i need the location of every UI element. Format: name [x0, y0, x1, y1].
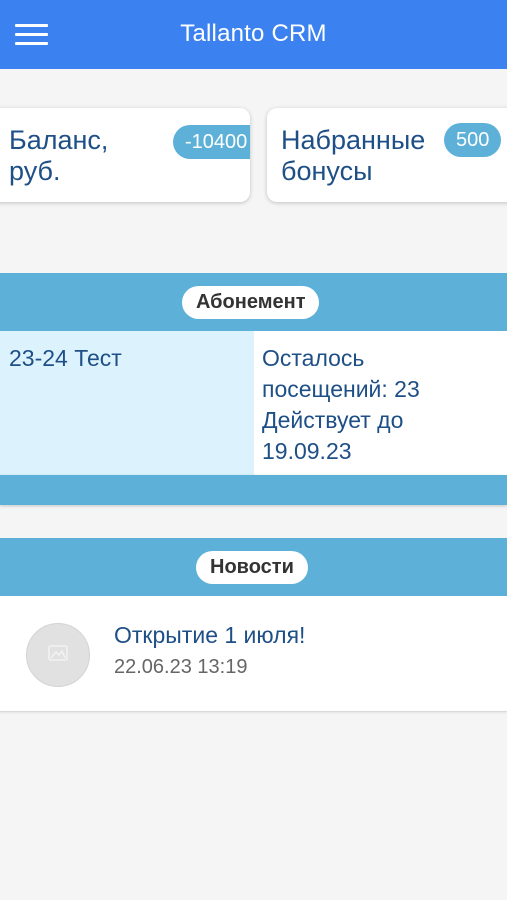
subscription-title: Абонемент: [182, 286, 320, 319]
subscription-detail-line: Действует до: [262, 407, 404, 433]
news-header: Новости: [0, 538, 507, 596]
news-item[interactable]: Открытие 1 июля! 22.06.23 13:19: [0, 596, 507, 712]
subscription-row[interactable]: 23-24 Тест Осталось посещений: 23 Действ…: [0, 331, 507, 475]
subscription-detail-line: посещений: 23: [262, 376, 420, 402]
subscription-name: 23-24 Тест: [0, 331, 254, 475]
subscription-detail-line: 19.09.23: [262, 438, 352, 464]
news-section-title: Новости: [196, 551, 308, 584]
news-item-date: 22.06.23 13:19: [114, 656, 248, 678]
subscription-details: Осталось посещений: 23 Действует до 19.0…: [254, 331, 507, 475]
news-item-title[interactable]: Открытие 1 июля!: [114, 622, 305, 649]
image-placeholder-icon: [26, 623, 90, 687]
balance-label: Баланс, руб.: [9, 125, 109, 186]
app-title: Tallanto CRM: [180, 20, 327, 47]
bonus-value-badge: 500: [444, 123, 502, 157]
bonus-label: Набранные бонусы: [281, 125, 426, 186]
subscription-header: Абонемент: [0, 273, 507, 331]
balance-value-badge: -10400: [173, 125, 250, 159]
bonus-card[interactable]: Набранные бонусы 500: [267, 108, 507, 202]
subscription-footer: [0, 475, 507, 505]
subscription-detail-line: Осталось: [262, 345, 365, 371]
balance-card[interactable]: Баланс, руб. -10400: [0, 108, 250, 202]
app-bar: Tallanto CRM: [0, 0, 507, 69]
